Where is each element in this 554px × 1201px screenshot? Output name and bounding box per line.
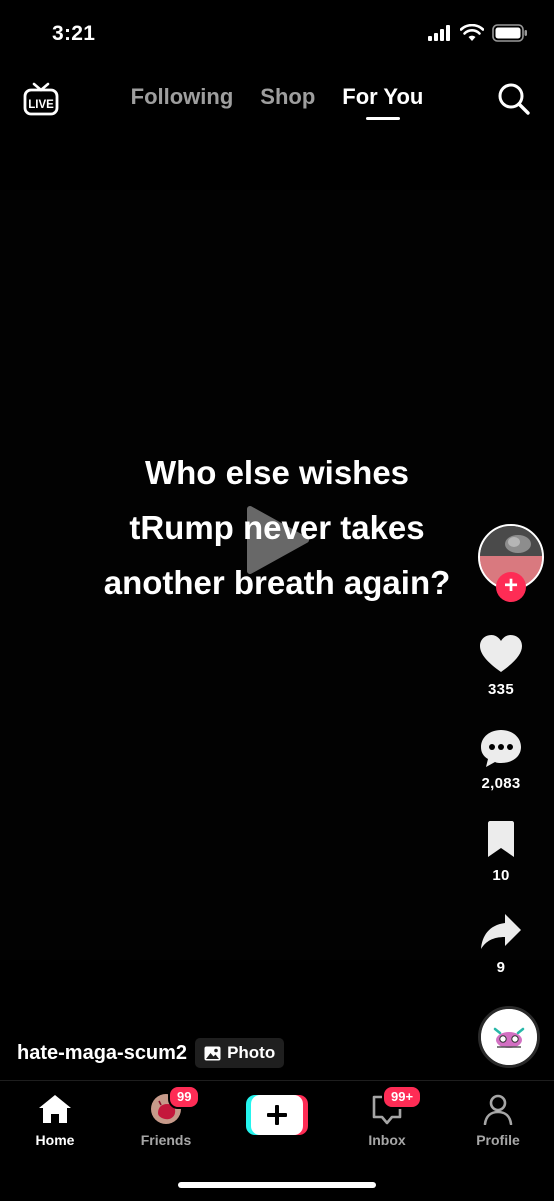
like-button[interactable]: 335 xyxy=(456,634,546,698)
nav-profile-label: Profile xyxy=(476,1132,520,1148)
video-caption: Who else wishes tRump never takes anothe… xyxy=(103,454,451,601)
comment-icon xyxy=(481,730,521,767)
wifi-icon xyxy=(460,24,484,41)
creator-avatar[interactable]: + xyxy=(478,524,544,602)
tab-for-you[interactable]: For You xyxy=(342,84,423,110)
create-plus-icon xyxy=(246,1095,308,1135)
author-row: hate-maga-scum2 Photo xyxy=(17,1038,285,1068)
share-count: 9 xyxy=(496,959,506,976)
profile-icon xyxy=(483,1094,513,1126)
cellular-signal-icon xyxy=(428,25,450,41)
bookmark-icon xyxy=(488,821,514,857)
tab-shop[interactable]: Shop xyxy=(260,84,315,110)
heart-icon xyxy=(480,635,522,672)
nav-inbox-label: Inbox xyxy=(368,1132,406,1148)
top-tabs: Following Shop For You xyxy=(0,84,554,110)
battery-icon xyxy=(492,24,527,42)
bookmark-count: 10 xyxy=(492,867,510,884)
music-disc[interactable] xyxy=(478,1006,540,1068)
share-icon xyxy=(481,914,521,949)
status-time: 3:21 xyxy=(52,22,96,45)
home-indicator[interactable] xyxy=(178,1182,376,1188)
search-icon[interactable] xyxy=(496,81,532,117)
like-count: 335 xyxy=(488,681,514,698)
tab-following[interactable]: Following xyxy=(131,84,234,110)
nav-inbox[interactable]: 99+ Inbox xyxy=(342,1085,432,1148)
friends-badge: 99 xyxy=(168,1085,201,1109)
nav-home-label: Home xyxy=(35,1132,75,1148)
home-icon xyxy=(39,1095,71,1123)
inbox-badge: 99+ xyxy=(382,1085,423,1109)
image-icon xyxy=(204,1046,221,1060)
nav-friends[interactable]: 99 Friends xyxy=(121,1085,211,1148)
nav-profile[interactable]: Profile xyxy=(453,1093,543,1148)
photo-tag-label: Photo xyxy=(227,1043,276,1062)
bookmark-button[interactable]: 10 xyxy=(456,820,546,884)
photo-tag[interactable]: Photo xyxy=(195,1038,285,1068)
nav-friends-label: Friends xyxy=(140,1132,192,1148)
status-icons xyxy=(428,24,528,42)
follow-button[interactable]: + xyxy=(496,572,526,602)
comment-button[interactable]: 2,083 xyxy=(456,728,546,792)
sound-cover-icon xyxy=(481,1009,537,1065)
share-button[interactable]: 9 xyxy=(456,912,546,976)
comment-count: 2,083 xyxy=(481,775,521,792)
create-button[interactable] xyxy=(246,1095,308,1135)
author-username[interactable]: hate-maga-scum2 xyxy=(17,1042,187,1065)
nav-home[interactable]: Home xyxy=(10,1093,100,1148)
